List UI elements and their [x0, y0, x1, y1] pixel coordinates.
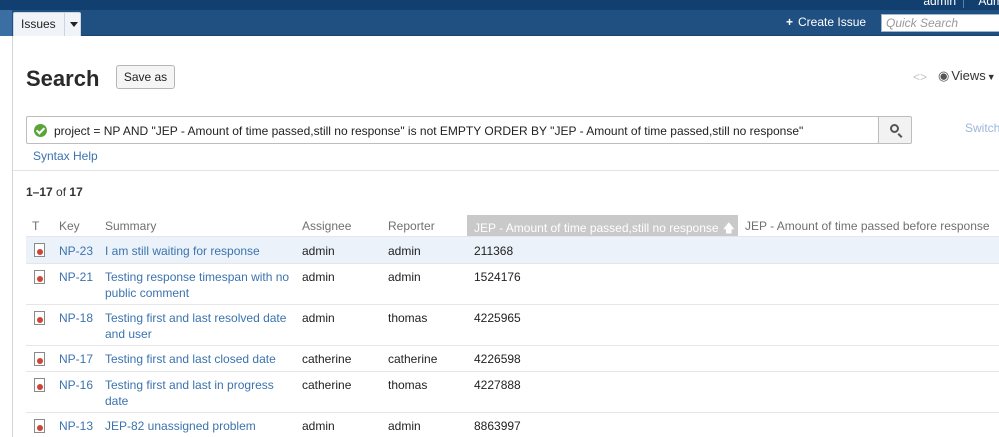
- time-value-cell: 211368: [474, 244, 514, 258]
- results-of: of: [56, 185, 67, 199]
- bug-icon: [34, 270, 45, 284]
- nav-left-edge: [0, 10, 12, 36]
- assignee-cell: catherine: [302, 378, 352, 392]
- check-circle-icon: [34, 124, 47, 137]
- table-row[interactable]: NP-16 Testing first and last in progress…: [26, 371, 999, 412]
- col-header-next[interactable]: JEP - Amount of time passed before respo…: [745, 219, 990, 233]
- time-value-cell: 4225965: [474, 311, 521, 325]
- page-title: Search: [26, 66, 100, 91]
- admin-menu[interactable]: Adm: [978, 0, 999, 8]
- table-row[interactable]: NP-21 Testing response timespan with no …: [26, 263, 999, 304]
- assignee-cell: admin: [302, 311, 335, 325]
- col-header-type[interactable]: T: [32, 219, 39, 233]
- time-value-cell: 4227888: [474, 378, 521, 392]
- jql-query-input[interactable]: project = NP AND "JEP - Amount of time p…: [26, 116, 879, 144]
- col-header-summary[interactable]: Summary: [105, 219, 156, 233]
- assignee-cell: admin: [302, 270, 335, 284]
- reporter-cell: catherine: [388, 352, 438, 366]
- issue-summary-link[interactable]: Testing first and last in progress date: [105, 377, 300, 409]
- issue-summary-link[interactable]: Testing first and last resolved date and…: [105, 310, 300, 342]
- issue-summary-link[interactable]: Testing response timespan with no public…: [105, 269, 300, 301]
- create-issue-button[interactable]: + Create Issue: [786, 15, 866, 29]
- bug-icon: [34, 378, 45, 392]
- search-button[interactable]: [878, 116, 912, 144]
- col-header-key[interactable]: Key: [59, 219, 80, 233]
- issue-key-link[interactable]: NP-13: [59, 418, 93, 434]
- search-icon: [890, 124, 899, 133]
- issue-key-link[interactable]: NP-23: [59, 243, 93, 259]
- reporter-cell: thomas: [388, 378, 428, 392]
- issue-key-link[interactable]: NP-17: [59, 351, 93, 367]
- plus-icon: +: [786, 15, 794, 29]
- issue-summary-link[interactable]: JEP-82 unassigned problem: [105, 418, 300, 434]
- views-label: Views: [951, 68, 986, 83]
- bug-icon: [34, 419, 45, 433]
- col-header-sorted[interactable]: JEP - Amount of time passed,still no res…: [467, 215, 738, 236]
- issue-key-link[interactable]: NP-18: [59, 310, 93, 326]
- assignee-cell: admin: [302, 419, 335, 433]
- link-icon[interactable]: <>: [913, 70, 927, 84]
- divider: [13, 170, 999, 171]
- top-separator: [963, 0, 964, 8]
- results-count: 1–17 of 17: [26, 185, 83, 199]
- table-row[interactable]: NP-17 Testing first and last closed date…: [26, 345, 999, 371]
- top-strip: admin Adm: [0, 0, 999, 10]
- table-row[interactable]: NP-18 Testing first and last resolved da…: [26, 304, 999, 345]
- switch-link[interactable]: Switch: [965, 121, 999, 135]
- views-button[interactable]: ◉ Views▼: [938, 68, 996, 84]
- left-gutter: [12, 36, 13, 437]
- syntax-help-link[interactable]: Syntax Help: [33, 149, 98, 163]
- reporter-cell: thomas: [388, 311, 428, 325]
- bug-icon: [34, 243, 45, 257]
- create-issue-label: Create Issue: [798, 15, 867, 29]
- col-header-assignee[interactable]: Assignee: [302, 219, 351, 233]
- time-value-cell: 8863997: [474, 419, 521, 433]
- reporter-cell: admin: [388, 419, 421, 433]
- jql-query-text[interactable]: project = NP AND "JEP - Amount of time p…: [54, 124, 803, 138]
- issues-tab-label: Issues: [21, 17, 56, 31]
- col-header-reporter[interactable]: Reporter: [388, 219, 435, 233]
- table-row[interactable]: NP-23 I am still waiting for response ad…: [26, 236, 999, 263]
- issues-menu-tab[interactable]: Issues: [13, 12, 81, 36]
- issue-key-link[interactable]: NP-16: [59, 377, 93, 393]
- reporter-cell: admin: [388, 244, 421, 258]
- quick-search-input[interactable]: [881, 14, 999, 32]
- caret-down-icon: ▼: [986, 72, 996, 82]
- time-value-cell: 4226598: [474, 352, 521, 366]
- nav-bar: Issues + Create Issue: [0, 10, 999, 36]
- assignee-cell: catherine: [302, 352, 352, 366]
- col-header-sorted-label: JEP - Amount of time passed,still no res…: [474, 221, 719, 235]
- user-menu[interactable]: admin: [923, 0, 956, 8]
- bug-icon: [34, 352, 45, 366]
- time-value-cell: 1524176: [474, 270, 521, 284]
- results-range: 1–17: [26, 185, 53, 199]
- issue-summary-link[interactable]: Testing first and last closed date: [105, 351, 300, 367]
- table-row[interactable]: NP-13 JEP-82 unassigned problem admin ad…: [26, 412, 999, 437]
- assignee-cell: admin: [302, 244, 335, 258]
- issue-summary-link[interactable]: I am still waiting for response: [105, 243, 300, 259]
- chevron-down-icon[interactable]: [64, 13, 81, 36]
- eye-icon: ◉: [938, 68, 950, 83]
- issue-key-link[interactable]: NP-21: [59, 269, 93, 285]
- reporter-cell: admin: [388, 270, 421, 284]
- results-total: 17: [69, 185, 83, 199]
- bug-icon: [34, 311, 45, 325]
- save-as-button[interactable]: Save as: [116, 65, 175, 89]
